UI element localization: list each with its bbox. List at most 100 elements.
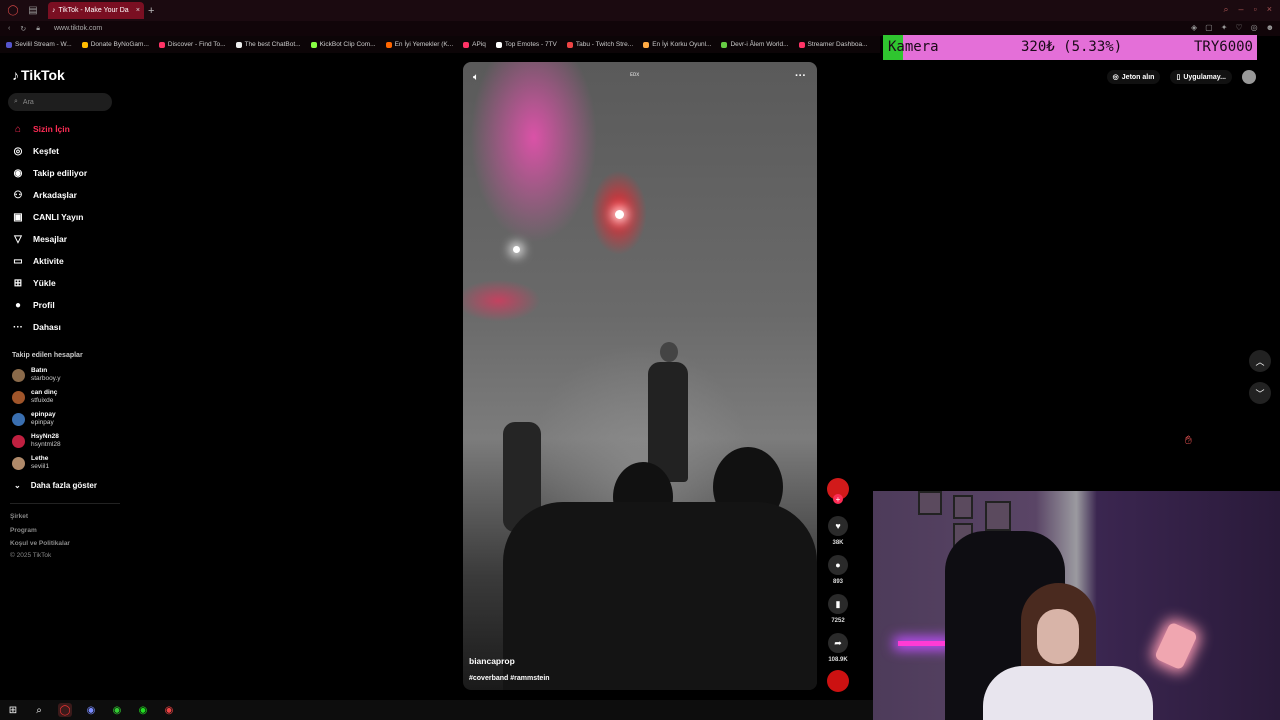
sidebar-item-compass[interactable]: ◎ Keşfet bbox=[12, 145, 59, 157]
heart-icon: ♥ bbox=[828, 516, 848, 536]
sidebar-item-messages[interactable]: ▽ Mesajlar bbox=[12, 233, 67, 245]
sidebar-item-label: Aktivite bbox=[33, 256, 64, 266]
bookmark-item[interactable]: KickBot Clip Com... bbox=[310, 41, 376, 48]
video-player[interactable] bbox=[463, 62, 817, 690]
phone-icon: ▯ bbox=[1176, 74, 1181, 81]
logo-text: TikTok bbox=[21, 67, 65, 83]
following-account[interactable]: HsyNn28 hsyntml28 bbox=[12, 433, 61, 449]
wall-frame bbox=[918, 491, 942, 515]
bookmark-item[interactable]: Streamer Dashboa... bbox=[798, 41, 868, 48]
spotify-icon[interactable]: ◉ bbox=[136, 703, 150, 717]
maximize-icon[interactable]: ▫ bbox=[1254, 4, 1257, 15]
heart-icon[interactable]: ♡ bbox=[1235, 23, 1242, 32]
search-input[interactable]: ⌕ Ara bbox=[8, 93, 112, 111]
account-name: Batın bbox=[31, 367, 48, 374]
comment-icon: ● bbox=[828, 555, 848, 575]
follow-plus-icon[interactable]: + bbox=[833, 494, 843, 504]
bookmark-item[interactable]: APiq bbox=[463, 41, 486, 48]
like-button[interactable]: ♥ 38K bbox=[827, 516, 849, 546]
divider bbox=[10, 503, 120, 504]
shield-icon[interactable]: ◈ bbox=[1191, 23, 1197, 32]
close-tab-icon[interactable]: × bbox=[136, 7, 140, 14]
opera-gx-icon[interactable]: ◯ bbox=[58, 703, 72, 717]
bookmark-item[interactable]: En İyi Korku Oyunl... bbox=[643, 41, 711, 48]
more-options-icon[interactable]: ··· bbox=[795, 70, 806, 82]
sidebar-item-upload[interactable]: ⊞ Yükle bbox=[12, 277, 56, 289]
bookmark-label: The best ChatBot... bbox=[244, 41, 301, 48]
share-button[interactable]: ➦ 108.9K bbox=[827, 633, 849, 663]
footer-program[interactable]: Program bbox=[10, 527, 37, 534]
profile-avatar[interactable]: ☻ bbox=[1266, 23, 1274, 32]
discord-icon[interactable]: ◉ bbox=[84, 703, 98, 717]
tab-overview-icon[interactable]: ▤ bbox=[26, 4, 40, 18]
bookmark-item[interactable]: The best ChatBot... bbox=[235, 41, 301, 48]
following-account[interactable]: can dinç stfuixde bbox=[12, 389, 57, 405]
new-tab-button[interactable]: + bbox=[148, 5, 154, 17]
url-field[interactable]: www.tiktok.com bbox=[54, 25, 102, 32]
following-icon: ◉ bbox=[13, 167, 23, 179]
opera-icon[interactable]: ◯ bbox=[6, 4, 20, 18]
sidebar-item-home[interactable]: ⌂ Sizin İçin bbox=[12, 123, 70, 135]
reload-icon[interactable]: ↻ bbox=[20, 25, 26, 33]
close-window-icon[interactable]: × bbox=[1267, 4, 1272, 15]
browser-tab-bar: ◯ ▤ ♪ TikTok - Make Your Da × + ⌕ – ▫ × bbox=[0, 0, 1280, 21]
video-username[interactable]: biancaprop bbox=[469, 656, 515, 666]
previous-video-button[interactable]: ︿ bbox=[1249, 350, 1271, 372]
sidebar-item-label: Takip ediliyor bbox=[33, 168, 88, 178]
bookmark-item[interactable]: Tabu - Twitch Stre... bbox=[566, 41, 633, 48]
bookmark-label: Streamer Dashboa... bbox=[807, 41, 868, 48]
account-handle: stfuixde bbox=[31, 397, 54, 404]
tiktok-logo[interactable]: ♪ TikTok bbox=[12, 67, 65, 83]
back-icon[interactable]: ‹ bbox=[8, 25, 10, 33]
bookmark-item[interactable]: En İyi Yemekler (K... bbox=[385, 41, 454, 48]
account-text: Batın starbooy.y bbox=[31, 367, 61, 383]
bookmark-label: En İyi Yemekler (K... bbox=[394, 41, 454, 48]
whatsapp-icon[interactable]: ◉ bbox=[110, 703, 124, 717]
stock-total: TRY6000 bbox=[1193, 39, 1253, 55]
sidebar-item-profile[interactable]: ● Profil bbox=[12, 299, 55, 311]
following-account[interactable]: Lethe seviil1 bbox=[12, 455, 49, 471]
search-icon[interactable]: ⌕ bbox=[32, 703, 46, 717]
search-placeholder: Ara bbox=[22, 98, 34, 106]
screenshot-icon[interactable]: ▢ bbox=[1205, 23, 1213, 32]
bookmark-item[interactable]: Devr-i Âlem World... bbox=[721, 41, 789, 48]
sidebar-item-activity[interactable]: ▭ Aktivite bbox=[12, 255, 64, 267]
windows-start-icon[interactable]: ⊞ bbox=[6, 703, 20, 717]
comment-button[interactable]: ● 893 bbox=[827, 555, 849, 585]
extension-icon[interactable]: ✦ bbox=[1221, 23, 1228, 32]
footer-company[interactable]: Şirket bbox=[10, 513, 28, 520]
sidebar-item-following[interactable]: ◉ Takip ediliyor bbox=[12, 167, 88, 179]
search-icon[interactable]: ⌕ bbox=[1223, 4, 1228, 15]
bookmark-favicon-icon bbox=[463, 41, 470, 48]
bookmark-item[interactable]: Top Emotes - 7TV bbox=[495, 41, 557, 48]
save-button[interactable]: ▮ 7252 bbox=[827, 594, 849, 624]
sidebar-item-more[interactable]: ··· Dahası bbox=[12, 321, 61, 333]
streamer-face bbox=[1037, 609, 1079, 664]
show-more-button[interactable]: ⌄ Daha fazla göster bbox=[14, 481, 97, 490]
obs-icon[interactable]: ◉ bbox=[162, 703, 176, 717]
minimize-icon[interactable]: – bbox=[1239, 4, 1244, 15]
get-coins-button[interactable]: ◎ Jeton alın bbox=[1106, 70, 1161, 84]
activity-icon: ▭ bbox=[13, 255, 23, 267]
music-disc-icon[interactable] bbox=[827, 670, 849, 692]
like-count: 38K bbox=[832, 540, 844, 546]
sidebar-item-friends[interactable]: ⚇ Arkadaşlar bbox=[12, 189, 77, 201]
bookmark-item[interactable]: Donate ByNoGam... bbox=[81, 41, 149, 48]
tab-tiktok[interactable]: ♪ TikTok - Make Your Da × bbox=[48, 2, 144, 19]
following-account[interactable]: epinpay epinpay bbox=[12, 411, 56, 427]
sidebar-item-live[interactable]: ▣ CANLI Yayın bbox=[12, 211, 83, 223]
chat-icon[interactable]: ◎ bbox=[1251, 23, 1258, 32]
bookmark-item[interactable]: Sevilil Stream - W... bbox=[6, 41, 72, 48]
following-account[interactable]: Batın starbooy.y bbox=[12, 367, 61, 383]
user-avatar[interactable] bbox=[1242, 70, 1256, 84]
sidebar-item-label: Profil bbox=[33, 300, 55, 310]
video-hashtags[interactable]: #coverband #rammstein bbox=[469, 675, 550, 682]
account-text: can dinç stfuixde bbox=[31, 389, 57, 405]
get-app-button[interactable]: ▯ Uygulamay... bbox=[1170, 70, 1232, 84]
ring-lamp bbox=[1153, 621, 1199, 671]
next-video-button[interactable]: ﹀ bbox=[1249, 382, 1271, 404]
footer-terms[interactable]: Koşul ve Politikalar bbox=[10, 540, 70, 547]
bookmark-item[interactable]: Discover - Find To... bbox=[158, 41, 226, 48]
volume-icon[interactable]: 🔈︎ bbox=[473, 72, 479, 83]
bookmarks-bar: Sevilil Stream - W... Donate ByNoGam... Di… bbox=[0, 36, 880, 53]
